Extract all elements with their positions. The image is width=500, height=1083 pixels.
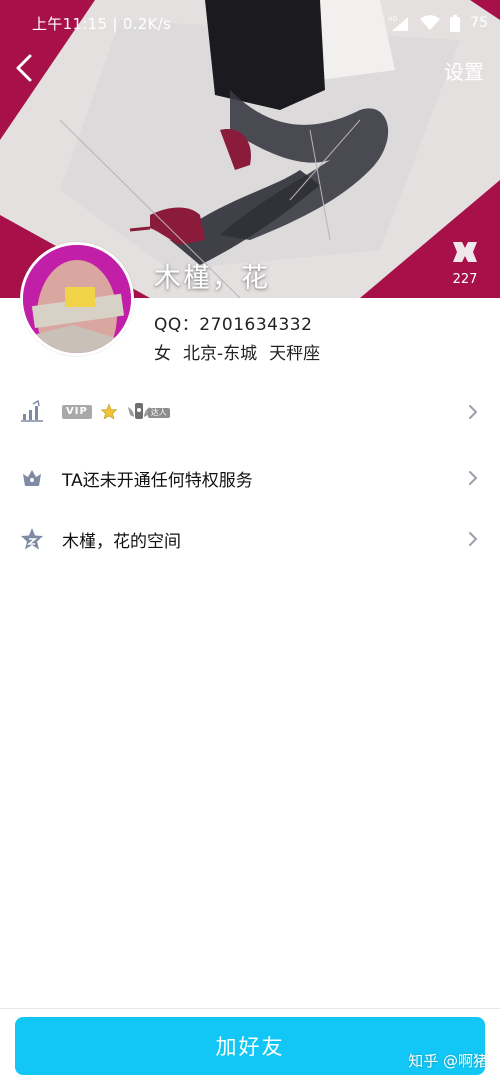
privilege-row[interactable]: TA还未开通任何特权服务 [0,456,500,500]
chevron-right-icon [466,402,480,422]
zodiac-text: 天秤座 [269,344,321,364]
crown-icon [20,466,44,490]
battery-level: 75 [470,15,488,31]
level-up-icon [20,400,44,424]
wifi-icon [420,15,441,30]
privilege-label: TA还未开通任何特权服务 [62,470,253,491]
qzone-row[interactable]: 木槿，花的空间 [0,517,500,561]
qzone-label: 木槿，花的空间 [62,531,181,552]
daren-badge: 达人 [126,401,172,423]
like-badge[interactable]: 227 [448,238,482,287]
profile-nickname: 木槿，花 [154,263,270,294]
chevron-left-icon [16,54,32,82]
qq-number: QQ：2701634332 [154,315,313,335]
svg-text:HD: HD [388,16,398,23]
status-bar: 上午11:15 | 0.2K/s HD 75 [0,0,500,46]
status-time: 上午11:15 | 0.2K/s [32,15,172,33]
like-count: 227 [452,272,478,287]
back-button[interactable] [6,50,42,86]
star-icon [20,527,44,551]
vip-badge: VIP [62,405,92,419]
badge-group: VIP 达人 [62,401,172,423]
level-row[interactable]: VIP 达人 [0,390,500,434]
location-text: 北京-东城 [183,344,258,364]
battery-icon [450,14,461,32]
watermark: 知乎 @啊猪 [408,1052,488,1070]
settings-button[interactable]: 设置 [444,56,484,85]
status-icons: HD 75 [388,12,488,34]
daren-label: 达人 [147,408,170,418]
star-badge-icon [100,403,118,420]
gender-text: 女 [154,344,171,364]
avatar-photo [23,245,131,353]
avatar[interactable] [20,242,134,356]
signal-icon: HD [388,16,409,31]
profile-info: 女 北京-东城 天秤座 [154,339,320,364]
chevron-right-icon [466,468,480,488]
chevron-right-icon [466,529,480,549]
like-icon [453,242,477,262]
